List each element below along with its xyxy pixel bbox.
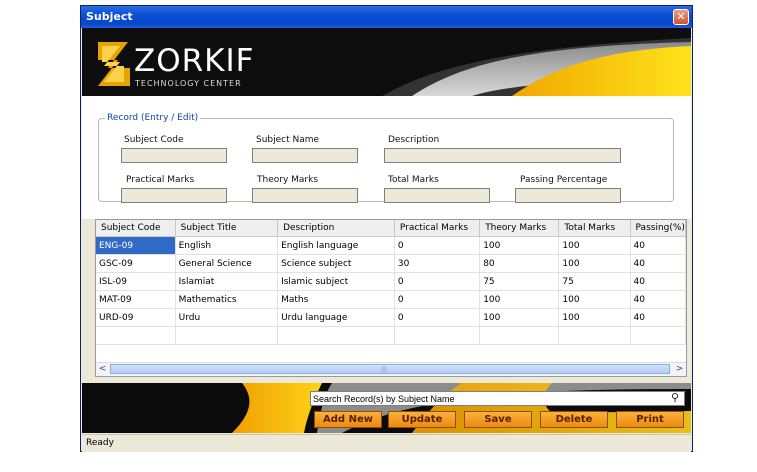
scrollbar-grip-icon: |||	[381, 366, 388, 373]
table-cell[interactable]: 100	[479, 236, 560, 255]
total-marks-label: Total Marks	[388, 175, 439, 185]
table-cell[interactable]: 40	[630, 236, 686, 255]
table-cell[interactable]: Mathematics	[175, 290, 279, 309]
table-cell[interactable]: 80	[479, 254, 560, 273]
table-row[interactable]: GSC-09 General Science Science subject 3…	[96, 254, 686, 273]
table-row[interactable]: ISL-09 Islamiat Islamic subject 0 75 75 …	[96, 272, 686, 291]
logo-subtitle: TECHNOLOGY CENTER	[135, 79, 242, 88]
theory-marks-label: Theory Marks	[257, 175, 319, 185]
column-header[interactable]: Total Marks	[558, 220, 631, 237]
binoculars-icon[interactable]: ⚲	[671, 390, 687, 406]
scroll-right-icon[interactable]: >	[673, 363, 686, 375]
table-cell[interactable]: Maths	[277, 290, 395, 309]
scrollbar-thumb[interactable]: |||	[110, 364, 670, 374]
table-cell[interactable]: 40	[630, 308, 686, 327]
table-cell[interactable]: 30	[394, 254, 481, 273]
subject-name-field[interactable]	[252, 148, 358, 163]
subject-window: Subject ✕ ZORKIF TECHNOLOGY CENTER Recor…	[80, 5, 693, 452]
window-title: Subject	[86, 10, 133, 23]
save-button[interactable]: Save	[464, 411, 532, 428]
table-cell[interactable]: 0	[394, 272, 481, 291]
subjects-table: Subject Code Subject Title Description P…	[96, 220, 686, 345]
print-button[interactable]: Print	[616, 411, 684, 428]
table-cell[interactable]: 40	[630, 254, 686, 273]
description-field[interactable]	[384, 148, 621, 163]
table-cell[interactable]: 40	[630, 272, 686, 291]
logo-text: ZORKIF	[134, 43, 255, 79]
table-cell[interactable]: Islamic subject	[277, 272, 395, 291]
table-cell[interactable]: 0	[394, 236, 481, 255]
passing-percentage-label: Passing Percentage	[520, 175, 608, 185]
table-cell[interactable]: 100	[558, 254, 631, 273]
scroll-left-icon[interactable]: <	[96, 363, 109, 375]
table-cell[interactable]: 0	[394, 290, 481, 309]
table-cell[interactable]: 100	[558, 290, 631, 309]
zorkif-logo-icon	[98, 42, 130, 86]
status-text: Ready	[86, 438, 114, 448]
column-header[interactable]: Theory Marks	[479, 220, 560, 237]
table-cell[interactable]: 0	[394, 308, 481, 327]
subjects-grid[interactable]: Subject Code Subject Title Description P…	[95, 219, 687, 377]
table-cell[interactable]: ISL-09	[96, 272, 176, 291]
table-cell[interactable]: 75	[558, 272, 631, 291]
subject-code-field[interactable]	[121, 148, 227, 163]
horizontal-scrollbar[interactable]: < ||| >	[96, 362, 686, 376]
theory-marks-field[interactable]	[252, 188, 358, 203]
column-header[interactable]: Subject Title	[175, 220, 279, 237]
search-input[interactable]	[310, 391, 685, 406]
table-cell[interactable]: URD-09	[96, 308, 176, 327]
table-cell[interactable]: 100	[479, 308, 560, 327]
table-cell[interactable]: MAT-09	[96, 290, 176, 309]
practical-marks-label: Practical Marks	[126, 175, 195, 185]
table-cell[interactable]: Science subject	[277, 254, 395, 273]
table-row[interactable]: MAT-09 Mathematics Maths 0 100 100 40	[96, 290, 686, 309]
table-cell[interactable]: Islamiat	[175, 272, 279, 291]
table-cell[interactable]: Urdu language	[277, 308, 395, 327]
table-cell[interactable]: GSC-09	[96, 254, 176, 273]
description-label: Description	[388, 135, 440, 145]
table-header-row: Subject Code Subject Title Description P…	[96, 220, 686, 237]
record-form: Record (Entry / Edit) Subject Code Subje…	[82, 96, 691, 219]
table-cell[interactable]: 40	[630, 290, 686, 309]
table-cell[interactable]: 100	[558, 236, 631, 255]
practical-marks-field[interactable]	[121, 188, 227, 203]
table-cell[interactable]: English language	[277, 236, 395, 255]
table-row[interactable]: URD-09 Urdu Urdu language 0 100 100 40	[96, 308, 686, 327]
total-marks-field[interactable]	[384, 188, 490, 203]
close-button[interactable]: ✕	[673, 9, 689, 25]
action-bar: ⚲ Add New Update Save Delete Print	[82, 383, 691, 433]
table-row-empty[interactable]	[96, 326, 686, 345]
column-header[interactable]: Passing(%)	[630, 220, 686, 237]
update-button[interactable]: Update	[388, 411, 456, 428]
table-cell[interactable]: Urdu	[175, 308, 279, 327]
column-header[interactable]: Practical Marks	[394, 220, 481, 237]
column-header[interactable]: Subject Code	[96, 220, 176, 237]
close-icon: ✕	[676, 10, 686, 23]
banner: ZORKIF TECHNOLOGY CENTER	[82, 28, 691, 96]
table-cell[interactable]: 100	[558, 308, 631, 327]
subject-code-label: Subject Code	[124, 135, 184, 145]
table-cell[interactable]: 100	[479, 290, 560, 309]
record-legend: Record (Entry / Edit)	[105, 113, 201, 123]
table-cell[interactable]: ENG-09	[96, 236, 176, 255]
title-bar[interactable]: Subject ✕	[81, 6, 692, 28]
delete-button[interactable]: Delete	[540, 411, 608, 428]
add-new-button[interactable]: Add New	[314, 411, 382, 428]
table-cell[interactable]: 75	[479, 272, 560, 291]
table-cell[interactable]: General Science	[175, 254, 279, 273]
table-cell[interactable]: English	[175, 236, 279, 255]
status-bar: Ready	[82, 434, 691, 452]
passing-percentage-field[interactable]	[515, 188, 621, 203]
subject-name-label: Subject Name	[256, 135, 320, 145]
table-row[interactable]: ENG-09 English English language 0 100 10…	[96, 236, 686, 255]
column-header[interactable]: Description	[277, 220, 395, 237]
